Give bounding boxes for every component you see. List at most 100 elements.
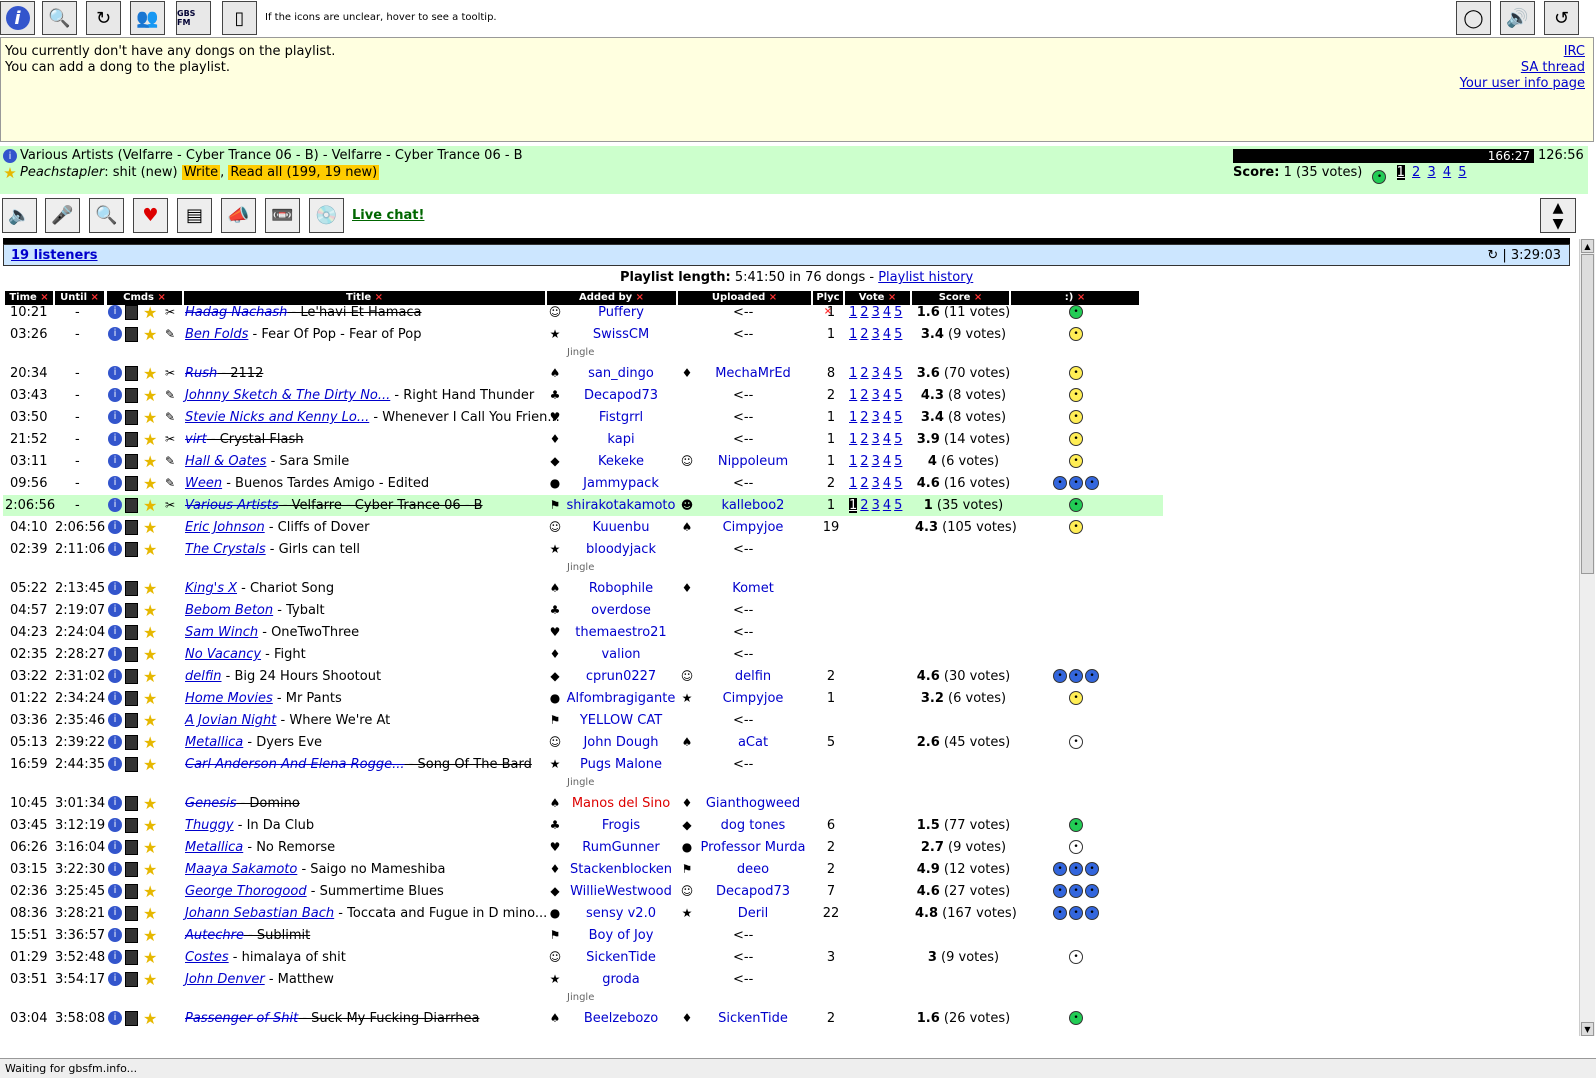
id3-icon[interactable] xyxy=(125,862,138,877)
info-icon[interactable]: i xyxy=(108,818,122,832)
id3-icon[interactable] xyxy=(125,498,138,513)
quicktime-icon[interactable]: ◯ xyxy=(1456,1,1491,35)
scrollbar[interactable]: ▲ ▼ xyxy=(1579,239,1595,1036)
vote-4[interactable]: 4 xyxy=(883,454,891,469)
id3-icon[interactable] xyxy=(125,305,138,320)
id3-icon[interactable] xyxy=(125,950,138,965)
info-icon[interactable]: i xyxy=(108,906,122,920)
id3-icon[interactable] xyxy=(125,884,138,899)
star-icon[interactable]: ★ xyxy=(143,386,157,405)
info-icon[interactable]: i xyxy=(108,950,122,964)
info-icon[interactable]: i xyxy=(108,476,122,490)
cassette-icon[interactable]: ▤ xyxy=(177,198,212,233)
vote-3[interactable]: 3 xyxy=(872,327,880,342)
edit-icon[interactable]: ✎ xyxy=(165,454,175,468)
edit-icon[interactable]: ✎ xyxy=(165,327,175,341)
info-icon[interactable]: i xyxy=(108,713,122,727)
id3-icon[interactable] xyxy=(125,410,138,425)
megaphone-icon[interactable]: 📣 xyxy=(221,198,256,233)
uploaded-by-user[interactable]: MechaMrEd xyxy=(698,366,808,381)
star-icon[interactable]: ★ xyxy=(143,364,157,383)
artist-link[interactable]: King's X xyxy=(185,581,237,596)
artist-link[interactable]: Home Movies xyxy=(185,691,273,706)
edit-icon[interactable]: ✂ xyxy=(165,498,175,512)
sa-thread-link[interactable]: SA thread xyxy=(1521,60,1585,75)
artist-link[interactable]: Bebom Beton xyxy=(185,603,273,618)
star-icon[interactable]: ★ xyxy=(143,496,157,515)
artist-link[interactable]: Metallica xyxy=(185,840,243,855)
artist-link[interactable]: Hall & Oates xyxy=(185,454,266,469)
vote-2[interactable]: 2 xyxy=(860,454,868,469)
artist-link[interactable]: Carl Anderson And Elena Rogge... xyxy=(185,757,405,772)
added-by-user[interactable]: Jammypack xyxy=(566,476,676,491)
vote-5[interactable]: 5 xyxy=(894,305,902,320)
listeners-link[interactable]: 19 listeners xyxy=(11,248,98,263)
vote-2[interactable]: 2 xyxy=(860,305,868,320)
info-icon[interactable]: i xyxy=(108,327,122,341)
vote-1[interactable]: 1 xyxy=(849,366,857,381)
vote-4[interactable]: 4 xyxy=(1443,165,1451,180)
uploaded-by-user[interactable]: Cimpyjoe xyxy=(698,691,808,706)
info-icon[interactable]: i xyxy=(108,454,122,468)
vote-1[interactable]: 1 xyxy=(849,410,857,425)
star-icon[interactable]: ★ xyxy=(143,645,157,664)
added-by-user[interactable]: cprun0227 xyxy=(566,669,676,684)
scroll-up-down-icon[interactable]: ▲ ▼ xyxy=(1540,198,1576,233)
star-icon[interactable]: ★ xyxy=(143,601,157,620)
star-icon[interactable]: ★ xyxy=(143,948,157,967)
volume-icon[interactable]: 🔊 xyxy=(1500,1,1535,35)
artist-link[interactable]: virt xyxy=(185,432,207,447)
tape-icon[interactable]: 📼 xyxy=(265,198,300,233)
user-info-link[interactable]: Your user info page xyxy=(1460,76,1585,91)
star-icon[interactable]: ★ xyxy=(143,904,157,923)
id3-icon[interactable] xyxy=(125,735,138,750)
artist-link[interactable]: George Thorogood xyxy=(185,884,307,899)
edit-icon[interactable]: ✂ xyxy=(165,366,175,380)
vote-4[interactable]: 4 xyxy=(883,327,891,342)
id3-icon[interactable] xyxy=(125,366,138,381)
info-icon[interactable]: i xyxy=(108,581,122,595)
info-icon[interactable]: i xyxy=(108,669,122,683)
artist-link[interactable]: Thuggy xyxy=(185,818,234,833)
vote-2[interactable]: 2 xyxy=(860,366,868,381)
scroll-up-arrow[interactable]: ▲ xyxy=(1581,239,1594,253)
vote-3[interactable]: 3 xyxy=(1427,165,1435,180)
info-icon[interactable]: i xyxy=(108,884,122,898)
added-by-user[interactable]: valion xyxy=(566,647,676,662)
vote-4[interactable]: 4 xyxy=(883,388,891,403)
artist-link[interactable]: Ween xyxy=(185,476,222,491)
vote-1[interactable]: 1 xyxy=(849,498,858,513)
info-icon[interactable]: i xyxy=(108,862,122,876)
id3-icon[interactable] xyxy=(125,542,138,557)
star-icon[interactable]: ★ xyxy=(143,970,157,989)
added-by-user[interactable]: bloodyjack xyxy=(566,542,676,557)
info-icon[interactable]: i xyxy=(108,735,122,749)
star-icon[interactable]: ★ xyxy=(143,325,157,344)
artist-link[interactable]: Various Artists xyxy=(185,498,279,513)
gbs-fm-button[interactable]: GBS FM xyxy=(176,1,211,35)
star-icon[interactable]: ★ xyxy=(143,579,157,598)
artist-link[interactable]: Johann Sebastian Bach xyxy=(185,906,334,921)
id3-icon[interactable] xyxy=(125,388,138,403)
artist-link[interactable]: Rush xyxy=(185,366,217,381)
id3-icon[interactable] xyxy=(125,713,138,728)
vote-3[interactable]: 3 xyxy=(872,476,880,491)
vote-3[interactable]: 3 xyxy=(872,410,880,425)
uploaded-by-user[interactable]: deeo xyxy=(698,862,808,877)
disc-icon[interactable]: 💿 xyxy=(309,198,344,233)
speaker-icon[interactable]: 🔈 xyxy=(2,198,37,233)
vote-5[interactable]: 5 xyxy=(894,388,902,403)
id3-icon[interactable] xyxy=(125,625,138,640)
vote-5[interactable]: 5 xyxy=(894,498,902,513)
artist-link[interactable]: The Crystals xyxy=(185,542,266,557)
search-icon[interactable]: 🔍 xyxy=(89,198,124,233)
added-by-user[interactable]: Stackenblocken xyxy=(566,862,676,877)
playlist-history-link[interactable]: Playlist history xyxy=(878,270,973,285)
uploaded-by-user[interactable]: dog tones xyxy=(698,818,808,833)
star-icon[interactable]: ★ xyxy=(143,794,157,813)
added-by-user[interactable]: John Dough xyxy=(566,735,676,750)
vote-4[interactable]: 4 xyxy=(883,498,891,513)
refresh-icon[interactable]: ↻ xyxy=(86,1,121,35)
vote-5[interactable]: 5 xyxy=(1458,165,1466,180)
info-icon[interactable]: i xyxy=(108,647,122,661)
